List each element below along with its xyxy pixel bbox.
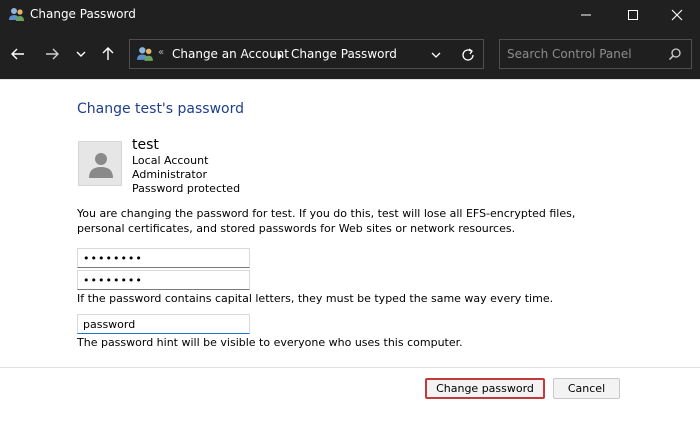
- recent-locations-button[interactable]: [70, 43, 92, 65]
- footer-divider: [0, 367, 700, 368]
- efs-warning-text: You are changing the password for test. …: [77, 207, 576, 235]
- window-title: Change Password: [30, 7, 136, 21]
- password-status: Password protected: [132, 182, 241, 195]
- search-input[interactable]: [507, 45, 657, 63]
- chevron-down-icon[interactable]: [429, 48, 443, 62]
- avatar: [78, 141, 122, 186]
- user-name: test: [132, 137, 159, 153]
- arrow-right-icon: [46, 48, 59, 60]
- confirm-password-field[interactable]: [77, 270, 250, 290]
- minimize-icon: [581, 14, 591, 16]
- hint-visibility-note: The password hint will be visible to eve…: [77, 336, 463, 349]
- back-button[interactable]: [7, 43, 29, 65]
- users-icon: [9, 7, 25, 22]
- page-title: Change test's password: [77, 101, 244, 117]
- address-bar[interactable]: « Change an Account Change Password: [129, 39, 484, 69]
- account-type: Local Account: [132, 154, 209, 167]
- chevron-right-icon[interactable]: [277, 52, 283, 60]
- breadcrumb-change-an-account[interactable]: Change an Account: [172, 47, 289, 61]
- refresh-icon[interactable]: [460, 47, 476, 63]
- content-divider: [0, 79, 700, 80]
- arrow-up-icon: [102, 47, 114, 60]
- user-avatar-icon: [89, 153, 113, 178]
- chevron-down-icon: [76, 51, 86, 57]
- minimize-button[interactable]: [563, 0, 609, 29]
- password-hint-field[interactable]: [77, 314, 250, 334]
- cancel-button[interactable]: Cancel: [553, 378, 620, 399]
- title-bar: Change Password: [0, 0, 700, 29]
- maximize-icon: [628, 10, 638, 20]
- close-icon: [671, 9, 683, 21]
- navigation-bar: « Change an Account Change Password: [0, 29, 700, 79]
- close-button[interactable]: [654, 0, 700, 29]
- account-role: Administrator: [132, 168, 207, 181]
- arrow-left-icon: [11, 48, 24, 60]
- up-button[interactable]: [97, 43, 119, 65]
- breadcrumb-change-password[interactable]: Change Password: [291, 47, 397, 61]
- forward-button[interactable]: [41, 43, 63, 65]
- change-password-button[interactable]: Change password: [425, 378, 545, 399]
- maximize-button[interactable]: [610, 0, 656, 29]
- new-password-field[interactable]: [77, 248, 250, 268]
- capital-letters-note: If the password contains capital letters…: [77, 292, 554, 305]
- breadcrumb-overflow[interactable]: «: [158, 47, 164, 58]
- search-box[interactable]: [499, 39, 692, 69]
- users-icon: [137, 46, 154, 62]
- search-icon[interactable]: [668, 47, 682, 61]
